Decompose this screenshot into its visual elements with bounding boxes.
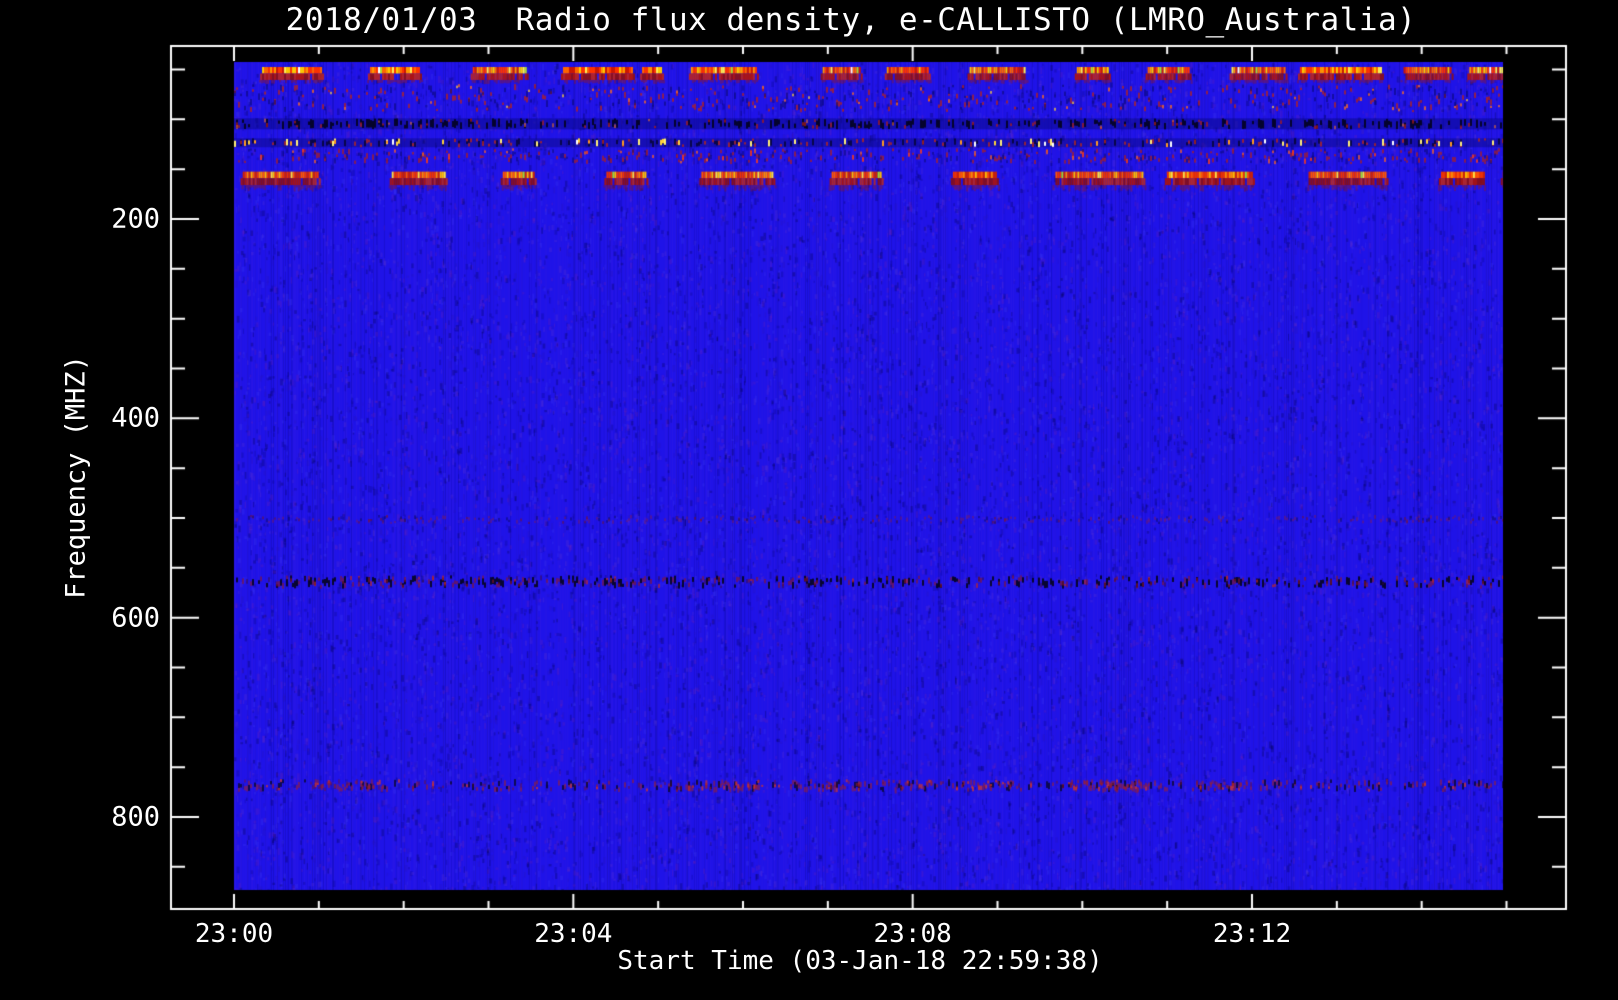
spectrogram-figure: 2018/01/03 Radio flux density, e-CALLIST… [0, 0, 1618, 1000]
spectrogram-canvas [0, 0, 1618, 1000]
